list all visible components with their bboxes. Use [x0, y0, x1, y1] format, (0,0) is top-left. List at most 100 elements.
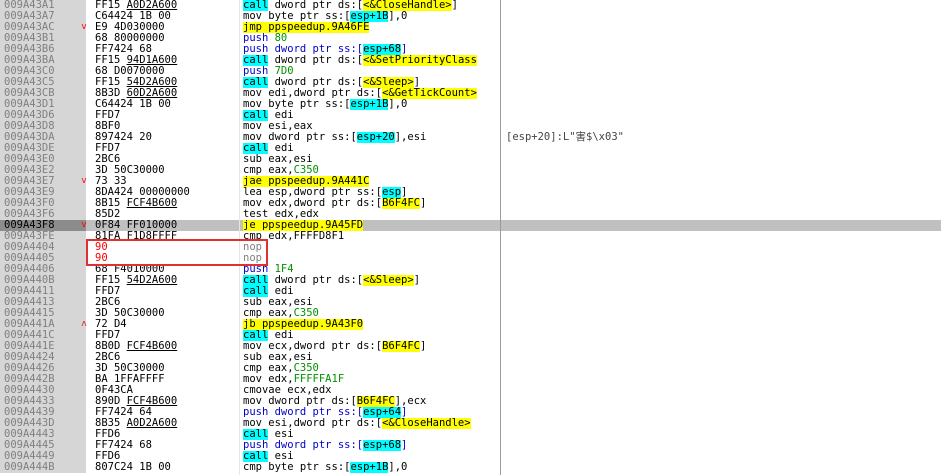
instruction-token: mov ecx,dword ptr ds:[: [243, 341, 383, 352]
disasm-row[interactable]: 009A43DA 897424 20 mov dword ptr ss:[esp+2…: [0, 132, 941, 143]
instruction-token: esp+20: [356, 132, 395, 143]
instruction-token: ],0: [388, 99, 408, 110]
instruction-token: call: [243, 143, 269, 154]
instruction-token: ]: [401, 187, 408, 198]
instruction-cell[interactable]: mov edi,dword ptr ds:[<&GetTickCount>: [243, 88, 501, 99]
instruction-cell[interactable]: mov byte ptr ss:[esp+1B],0: [243, 99, 501, 110]
instruction-token: B6F4FC: [356, 396, 395, 407]
address-cell[interactable]: 009A444B: [0, 462, 86, 473]
instruction-cell[interactable]: jb ppspeedup.9A43F0: [243, 319, 501, 330]
disasm-row[interactable]: 009A443D 8B35 A0D2A600 mov esi,dword ptr d…: [0, 418, 941, 429]
instruction-token: sub eax,esi: [243, 297, 313, 308]
instruction-token: edi: [268, 143, 294, 154]
instruction-token: ]: [451, 0, 458, 11]
instruction-cell[interactable]: mov dword ptr ds:[B6F4FC],ecx: [243, 396, 501, 407]
instruction-cell[interactable]: push 80: [243, 33, 501, 44]
instruction-cell[interactable]: mov esi,eax: [243, 121, 501, 132]
instruction-token: call: [243, 0, 269, 11]
instruction-token: dword ptr ds:[: [268, 77, 364, 88]
comment-cell[interactable]: [esp+20]:L"害$\x03": [506, 132, 624, 143]
instruction-cell[interactable]: nop: [243, 253, 501, 264]
instruction-cell[interactable]: cmp byte ptr ss:[esp+1B],0: [243, 462, 501, 473]
instruction-cell[interactable]: call dword ptr ds:[<&CloseHandle>]: [243, 0, 501, 11]
instruction-cell[interactable]: mov edx,dword ptr ds:[B6F4FC]: [243, 198, 501, 209]
instruction-token: nop: [243, 242, 262, 253]
instruction-cell[interactable]: cmp edx,FFFFD8F1: [243, 231, 501, 242]
jump-up-arrow-icon[interactable]: ʌ: [78, 319, 90, 330]
instruction-cell[interactable]: push dword ptr ss:[esp+68]: [243, 44, 501, 55]
instruction-cell[interactable]: call esi: [243, 451, 501, 462]
instruction-token: C350: [293, 363, 319, 374]
instruction-cell[interactable]: jmp ppspeedup.9A46FE: [243, 22, 501, 33]
jump-down-arrow-icon[interactable]: v: [78, 220, 90, 231]
instruction-cell[interactable]: push 7D0: [243, 66, 501, 77]
instruction-token: push: [243, 264, 275, 275]
instruction-cell[interactable]: push dword ptr ss:[esp+64]: [243, 407, 501, 418]
instruction-token: ]: [413, 77, 421, 88]
instruction-cell[interactable]: mov dword ptr ss:[esp+20],esi: [243, 132, 501, 143]
instruction-cell[interactable]: mov byte ptr ss:[esp+1B],0: [243, 11, 501, 22]
instruction-token: FFFFFA1F: [293, 374, 345, 385]
instruction-cell[interactable]: cmp eax,C350: [243, 363, 501, 374]
jump-down-arrow-icon[interactable]: v: [78, 22, 90, 33]
instruction-cell[interactable]: cmovae ecx,edx: [243, 385, 501, 396]
column-divider-bytes: [239, 0, 240, 475]
instruction-token: jae ppspeedup.9A441C: [243, 176, 370, 187]
instruction-cell[interactable]: sub eax,esi: [243, 297, 501, 308]
instruction-cell[interactable]: jae ppspeedup.9A441C: [243, 176, 501, 187]
instruction-cell[interactable]: call edi: [243, 143, 501, 154]
instruction-token: push dword ptr ss:[: [243, 407, 364, 418]
bytes-cell[interactable]: 807C24 1B 00: [95, 462, 240, 473]
disasm-row[interactable]: 009A444B 807C24 1B 00 cmp byte ptr ss:[esp…: [0, 462, 941, 473]
instruction-cell[interactable]: mov ecx,dword ptr ds:[B6F4FC]: [243, 341, 501, 352]
instruction-cell[interactable]: push dword ptr ss:[esp+68]: [243, 440, 501, 451]
disasm-row[interactable]: 009A43DE FFD7 call edi: [0, 143, 941, 154]
disasm-row[interactable]: 009A4411 FFD7 call edi: [0, 286, 941, 297]
instruction-cell[interactable]: je ppspeedup.9A45FD: [243, 220, 501, 231]
instruction-cell[interactable]: sub eax,esi: [243, 154, 501, 165]
column-divider-comments[interactable]: [500, 0, 501, 475]
instruction-cell[interactable]: call esi: [243, 429, 501, 440]
bytes-cell[interactable]: 90: [95, 242, 240, 253]
instruction-cell[interactable]: lea esp,dword ptr ss:[esp]: [243, 187, 501, 198]
disasm-row[interactable]: 009A4445 FF7424 68 push dword ptr ss:[esp+…: [0, 440, 941, 451]
instruction-cell[interactable]: call dword ptr ds:[<&Sleep>]: [243, 77, 501, 88]
instruction-token: esp+1B: [350, 11, 389, 22]
instruction-token: dword ptr ds:[: [268, 275, 364, 286]
disasm-row[interactable]: 009A43F0 8B15 FCF4B600 mov edx,dword ptr d…: [0, 198, 941, 209]
instruction-cell[interactable]: push 1F4: [243, 264, 501, 275]
disassembly-view[interactable]: 009A43A1 FF15 A0D2A600 call dword ptr ds:[…: [0, 0, 941, 473]
disasm-row[interactable]: 009A441A ʌ 72 D4 jb ppspeedup.9A43F0: [0, 319, 941, 330]
instruction-token: cmp byte ptr ss:[: [243, 462, 351, 473]
instruction-cell[interactable]: cmp eax,C350: [243, 308, 501, 319]
instruction-token: ]: [420, 341, 427, 352]
disasm-row[interactable]: 009A43D1 C64424 1B 00 mov byte ptr ss:[esp…: [0, 99, 941, 110]
instruction-cell[interactable]: call dword ptr ds:[<&Sleep>]: [243, 275, 501, 286]
instruction-token: esi: [268, 429, 294, 440]
disasm-row[interactable]: 009A43FE 81FA F1D8FFFF cmp edx,FFFFD8F1: [0, 231, 941, 242]
instruction-token: edi: [268, 110, 294, 121]
instruction-cell[interactable]: call edi: [243, 330, 501, 341]
instruction-cell[interactable]: sub eax,esi: [243, 352, 501, 363]
disasm-row[interactable]: 009A442B BA 1FFAFFFF mov edx,FFFFFA1F: [0, 374, 941, 385]
instruction-token: ]: [401, 440, 408, 451]
disasm-row[interactable]: 009A441E 8B0D FCF4B600 mov ecx,dword ptr d…: [0, 341, 941, 352]
instruction-token: nop: [243, 253, 262, 264]
instruction-token: C350: [293, 308, 319, 319]
disasm-row[interactable]: 009A43E2 3D 50C30000 cmp eax,C350: [0, 165, 941, 176]
instruction-cell[interactable]: test edx,edx: [243, 209, 501, 220]
disasm-row[interactable]: 009A440B FF15 54D2A600 call dword ptr ds:[…: [0, 275, 941, 286]
disasm-row[interactable]: 009A4415 3D 50C30000 cmp eax,C350: [0, 308, 941, 319]
instruction-cell[interactable]: call edi: [243, 286, 501, 297]
jump-down-arrow-icon[interactable]: v: [78, 176, 90, 187]
instruction-cell[interactable]: mov esi,dword ptr ds:[<&CloseHandle>: [243, 418, 501, 429]
instruction-cell[interactable]: cmp eax,C350: [243, 165, 501, 176]
disasm-row[interactable]: 009A43D6 FFD7 call edi: [0, 110, 941, 121]
instruction-cell[interactable]: mov edx,FFFFFA1F: [243, 374, 501, 385]
bytes-cell[interactable]: 81FA F1D8FFFF: [95, 231, 240, 242]
instruction-token: esp+68: [363, 44, 402, 55]
instruction-cell[interactable]: call edi: [243, 110, 501, 121]
instruction-cell[interactable]: call dword ptr ds:[<&SetPriorityClass: [243, 55, 501, 66]
instruction-cell[interactable]: nop: [243, 242, 501, 253]
disasm-row[interactable]: 009A4404 90 nop: [0, 242, 941, 253]
